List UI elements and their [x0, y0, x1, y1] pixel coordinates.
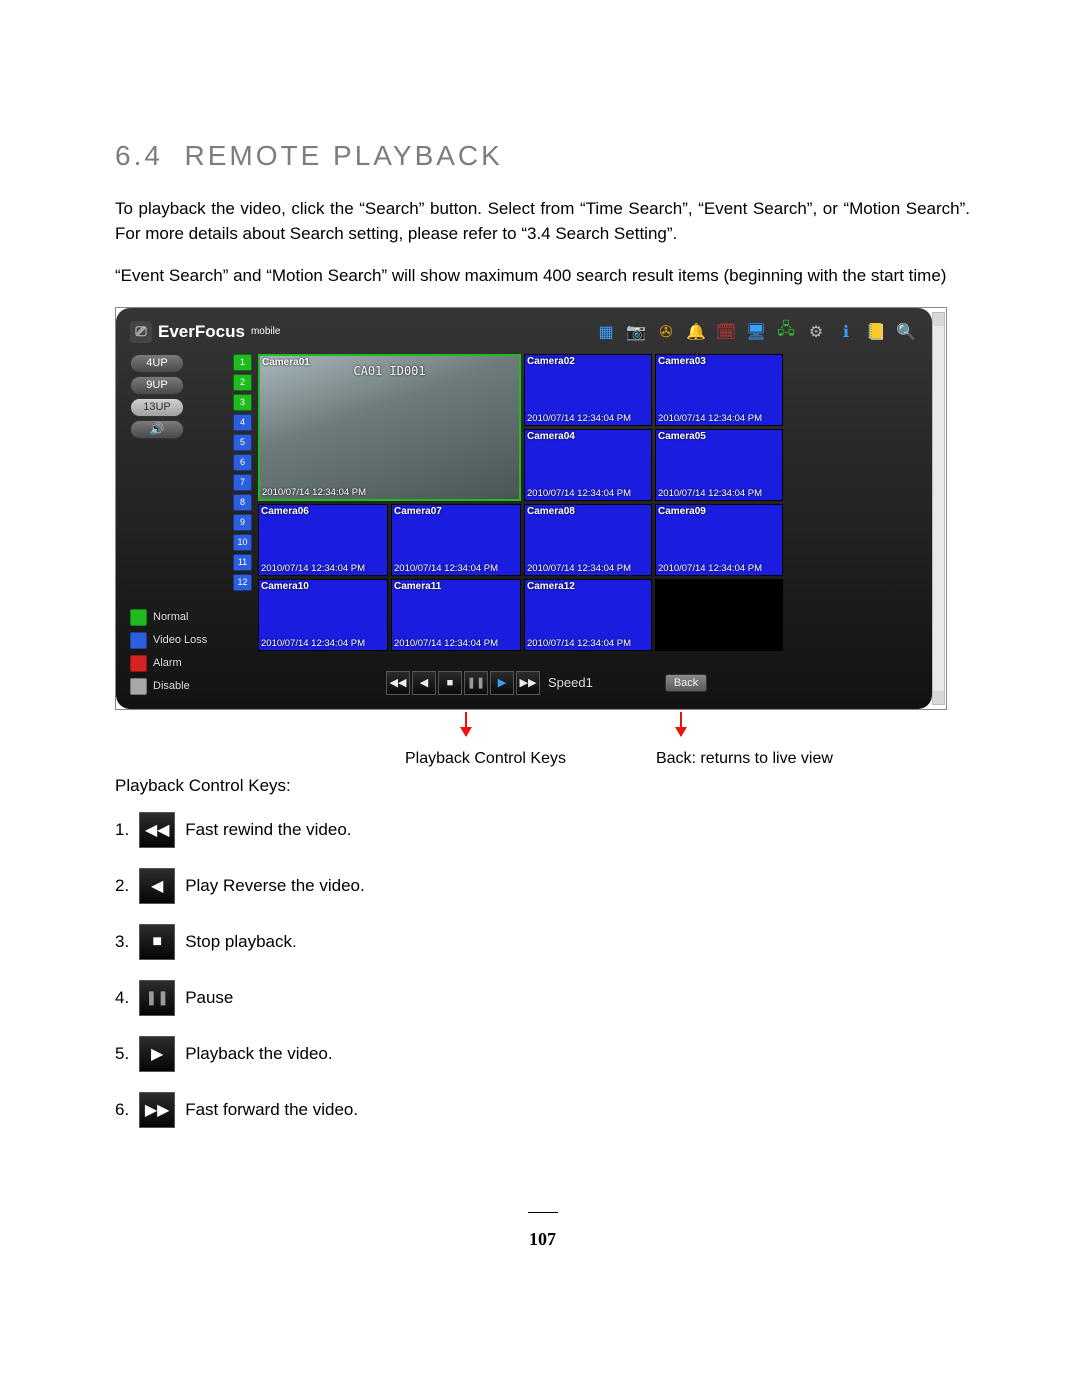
legend-label: Video Loss	[153, 634, 207, 646]
key-desc: Fast rewind the video.	[185, 820, 351, 840]
camera-cell[interactable]: Camera112010/07/14 12:34:04 PM	[391, 579, 521, 651]
status-legend: Normal Video Loss Alarm Disable	[130, 609, 252, 695]
legend-swatch-blue	[130, 632, 147, 649]
vertical-scrollbar[interactable]	[932, 312, 945, 705]
key-icon: ◀	[139, 868, 175, 904]
play-reverse-button[interactable]: ◀	[412, 671, 436, 695]
channel-button-8[interactable]: 8	[233, 494, 252, 511]
playback-keys-list: 1.◀◀ Fast rewind the video. 2.◀ Play Reve…	[115, 812, 970, 1128]
search-icon[interactable]: 🔍	[894, 320, 918, 344]
legend-row: Normal	[130, 609, 252, 626]
camera-cell[interactable]: Camera082010/07/14 12:34:04 PM	[524, 504, 652, 576]
keys-intro: Playback Control Keys:	[115, 776, 970, 796]
legend-label: Alarm	[153, 657, 182, 669]
channel-button-6[interactable]: 6	[233, 454, 252, 471]
legend-label: Disable	[153, 680, 190, 692]
key-icon: ▶	[139, 1036, 175, 1072]
network-icon[interactable]: 🖧	[774, 320, 798, 344]
key-item: 3.■ Stop playback.	[115, 924, 970, 960]
key-desc: Pause	[185, 988, 233, 1008]
key-desc: Play Reverse the video.	[185, 876, 365, 896]
fast-forward-button[interactable]: ▶▶	[516, 671, 540, 695]
channel-button-11[interactable]: 11	[233, 554, 252, 571]
bell-icon[interactable]: 🔔	[684, 320, 708, 344]
legend-row: Video Loss	[130, 632, 252, 649]
key-desc: Playback the video.	[185, 1044, 332, 1064]
arrow-icon	[465, 712, 467, 736]
key-icon: ■	[139, 924, 175, 960]
legend-row: Disable	[130, 678, 252, 695]
view-4up-button[interactable]: 4UP	[130, 354, 184, 373]
channel-button-9[interactable]: 9	[233, 514, 252, 531]
top-toolbar: ▦ 📷 ✇ 🔔 🗓 🖥 🖧 ⚙ ℹ 📒 🔍	[594, 320, 918, 344]
grid-icon[interactable]: ▦	[594, 320, 618, 344]
legend-label: Normal	[153, 611, 188, 623]
camera-icon[interactable]: 📷	[624, 320, 648, 344]
camera-cell[interactable]: Camera022010/07/14 12:34:04 PM	[524, 354, 652, 426]
channel-button-10[interactable]: 10	[233, 534, 252, 551]
camera-cell[interactable]: Camera062010/07/14 12:34:04 PM	[258, 504, 388, 576]
channel-button-4[interactable]: 4	[233, 414, 252, 431]
key-item: 2.◀ Play Reverse the video.	[115, 868, 970, 904]
channel-list: 123456789101112	[233, 354, 252, 591]
view-9up-button[interactable]: 9UP	[130, 376, 184, 395]
intro-para-2: “Event Search” and “Motion Search” will …	[115, 264, 970, 289]
camera-cell[interactable]: Camera032010/07/14 12:34:04 PM	[655, 354, 783, 426]
play-button[interactable]: ▶	[490, 671, 514, 695]
intro-para-1: To playback the video, click the “Search…	[115, 197, 970, 246]
calendar-icon[interactable]: 🗓	[714, 320, 738, 344]
legend-swatch-green	[130, 609, 147, 626]
playback-controls: ◀◀ ◀ ■ ❚❚ ▶ ▶▶ Speed1 Back	[386, 671, 918, 695]
page-number: 107	[115, 1148, 970, 1270]
info-icon[interactable]: ℹ	[834, 320, 858, 344]
speaker-button[interactable]: 🔊	[130, 420, 184, 439]
view-buttons: 4UP 9UP 13UP 🔊	[130, 354, 184, 591]
view-13up-button[interactable]: 13UP	[130, 398, 184, 417]
key-desc: Fast forward the video.	[185, 1100, 358, 1120]
arrow-icon	[680, 712, 682, 736]
legend-swatch-red	[130, 655, 147, 672]
key-item: 4.❚❚ Pause	[115, 980, 970, 1016]
legend-row: Alarm	[130, 655, 252, 672]
camera-cell[interactable]: Camera092010/07/14 12:34:04 PM	[655, 504, 783, 576]
pause-button[interactable]: ❚❚	[464, 671, 488, 695]
back-button[interactable]: Back	[665, 674, 707, 692]
monitor-icon[interactable]: 🖥	[744, 320, 768, 344]
gear-icon[interactable]: ⚙	[804, 320, 828, 344]
key-icon: ◀◀	[139, 812, 175, 848]
fast-rewind-button[interactable]: ◀◀	[386, 671, 410, 695]
app-screenshot: ⎚ EverFocus mobile ▦ 📷 ✇ 🔔 🗓 🖥 🖧 ⚙ ℹ 📒 🔍	[115, 307, 947, 710]
brand-logo: ⎚ EverFocus mobile	[130, 321, 280, 343]
camera-grid: Camera01 CA01 ID001 2010/07/14 12:34:04 …	[258, 354, 918, 663]
camera-cell-empty	[655, 579, 783, 651]
stop-button[interactable]: ■	[438, 671, 462, 695]
camera-cell[interactable]: Camera042010/07/14 12:34:04 PM	[524, 429, 652, 501]
note-icon[interactable]: 📒	[864, 320, 888, 344]
key-desc: Stop playback.	[185, 932, 297, 952]
channel-button-1[interactable]: 1	[233, 354, 252, 371]
logo-icon: ⎚	[130, 321, 152, 343]
key-item: 1.◀◀ Fast rewind the video.	[115, 812, 970, 848]
side-panel: 4UP 9UP 13UP 🔊 123456789101112 NormalVid…	[130, 354, 252, 695]
channel-button-3[interactable]: 3	[233, 394, 252, 411]
annotation-labels: Playback Control Keys Back: returns to l…	[115, 750, 970, 768]
annotation-arrows	[115, 710, 970, 750]
camera-cell[interactable]: Camera122010/07/14 12:34:04 PM	[524, 579, 652, 651]
section-heading: 6.4 REMOTE PLAYBACK	[115, 140, 970, 172]
key-item: 6.▶▶ Fast forward the video.	[115, 1092, 970, 1128]
key-icon: ❚❚	[139, 980, 175, 1016]
channel-button-7[interactable]: 7	[233, 474, 252, 491]
channel-button-2[interactable]: 2	[233, 374, 252, 391]
camera-cell[interactable]: Camera052010/07/14 12:34:04 PM	[655, 429, 783, 501]
reel-icon[interactable]: ✇	[654, 320, 678, 344]
camera-cell[interactable]: Camera072010/07/14 12:34:04 PM	[391, 504, 521, 576]
legend-swatch-grey	[130, 678, 147, 695]
channel-button-12[interactable]: 12	[233, 574, 252, 591]
camera-cell[interactable]: Camera102010/07/14 12:34:04 PM	[258, 579, 388, 651]
key-icon: ▶▶	[139, 1092, 175, 1128]
channel-button-5[interactable]: 5	[233, 434, 252, 451]
key-item: 5.▶ Playback the video.	[115, 1036, 970, 1072]
camera-cell-1-active[interactable]: Camera01 CA01 ID001 2010/07/14 12:34:04 …	[258, 354, 521, 501]
speed-label: Speed1	[548, 675, 593, 690]
